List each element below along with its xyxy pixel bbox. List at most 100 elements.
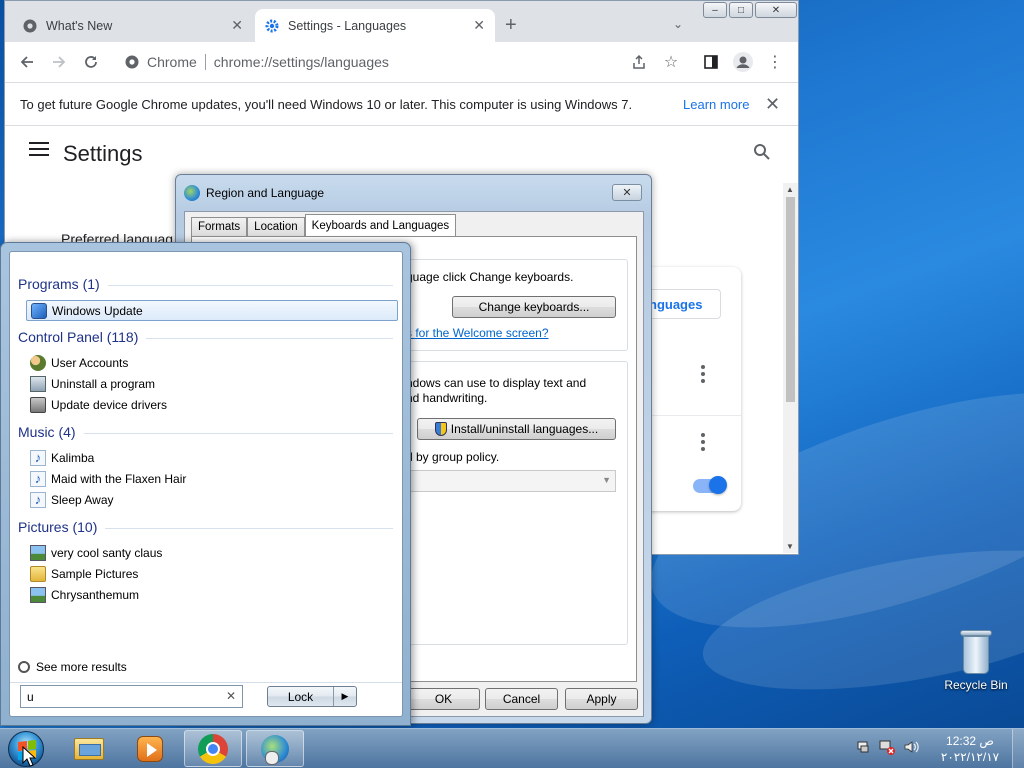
kebab-menu-icon[interactable]: ⋮ — [765, 52, 785, 72]
hamburger-menu-icon[interactable] — [29, 142, 49, 158]
system-tray — [855, 739, 919, 755]
change-keyboards-button[interactable]: Change keyboards... — [452, 296, 616, 318]
lock-button[interactable]: Lock ▶ — [267, 686, 357, 707]
taskbar-region-language[interactable] — [246, 730, 304, 767]
list-item[interactable]: Windows Update — [26, 300, 398, 321]
item-label: Update device drivers — [51, 397, 168, 412]
list-item[interactable]: Uninstall a program — [26, 373, 398, 394]
address-bar[interactable]: Chrome chrome://settings/languages — [115, 47, 660, 77]
reload-icon[interactable] — [81, 52, 101, 72]
chevron-down-icon: ▼ — [602, 475, 611, 485]
close-window-button[interactable]: ✕ — [755, 2, 797, 18]
close-tab-icon[interactable]: ✕ — [231, 17, 243, 34]
results-heading-control-panel[interactable]: Control Panel (118) — [18, 329, 393, 345]
results-heading-music[interactable]: Music (4) — [18, 424, 393, 440]
show-desktop-button[interactable] — [1012, 729, 1024, 768]
tab-strip: What's New ✕ Settings - Languages ✕ + ⌄ … — [5, 1, 798, 42]
install-uninstall-languages-button[interactable]: Install/uninstall languages... — [417, 418, 616, 440]
recycle-bin[interactable]: Recycle Bin — [940, 630, 1012, 692]
tab-formats[interactable]: Formats — [191, 217, 248, 236]
apply-button[interactable]: Apply — [565, 688, 638, 710]
mouse-cursor-icon — [22, 746, 36, 767]
dialog-tabs: Formats Location Keyboards and Languages — [191, 214, 457, 236]
item-label: Maid with the Flaxen Hair — [51, 471, 187, 486]
chevron-right-icon[interactable]: ▶ — [334, 691, 356, 702]
list-item[interactable]: ♪ Maid with the Flaxen Hair — [26, 468, 398, 489]
tab-whats-new[interactable]: What's New ✕ — [13, 9, 253, 42]
item-label: Chrysanthemum — [51, 587, 140, 602]
start-search-box[interactable]: ✕ — [20, 685, 243, 708]
url-text: chrome://settings/languages — [213, 54, 389, 70]
group-heading: Control Panel (118) — [18, 329, 139, 345]
list-item[interactable]: Chrysanthemum — [26, 584, 398, 605]
cancel-button[interactable]: Cancel — [485, 688, 558, 710]
display-language-dropdown[interactable]: ▼ — [406, 470, 616, 492]
divider — [10, 682, 402, 683]
star-bookmark-icon[interactable]: ☆ — [661, 52, 681, 72]
list-item[interactable]: very cool santy claus — [26, 542, 398, 563]
results-heading-pictures[interactable]: Pictures (10) — [18, 519, 393, 535]
update-infobar: To get future Google Chrome updates, you… — [5, 82, 798, 126]
list-item[interactable]: ♪ Kalimba — [26, 447, 398, 468]
language-toggle[interactable] — [693, 476, 727, 494]
scroll-up-icon[interactable]: ▲ — [786, 185, 794, 194]
action-center-flag-icon[interactable] — [855, 739, 871, 755]
ok-button[interactable]: OK — [407, 688, 480, 710]
taskbar-media-player[interactable] — [121, 730, 179, 767]
learn-more-link[interactable]: Learn more — [683, 97, 749, 112]
close-tab-icon[interactable]: ✕ — [473, 17, 485, 34]
browser-toolbar: Chrome chrome://settings/languages ☆ ⋮ — [5, 42, 798, 82]
share-icon[interactable] — [629, 52, 649, 72]
network-disconnected-icon[interactable] — [879, 739, 895, 755]
item-label: Sleep Away — [51, 492, 114, 507]
volume-icon[interactable] — [903, 739, 919, 755]
profile-avatar-icon[interactable] — [733, 52, 753, 72]
list-item[interactable]: User Accounts — [26, 352, 398, 373]
taskbar-clock[interactable]: 12:32 ص ٢٠٢٢/١٢/١٧ — [935, 733, 1005, 765]
scroll-thumb[interactable] — [786, 197, 795, 402]
infobar-message: To get future Google Chrome updates, you… — [20, 96, 633, 112]
settings-scrollbar[interactable]: ▲ ▼ — [783, 183, 798, 553]
site-label: Chrome — [147, 54, 197, 70]
forward-arrow-icon[interactable] — [49, 52, 69, 72]
more-actions-icon[interactable] — [701, 365, 705, 386]
item-label: Windows Update — [52, 303, 143, 318]
tab-keyboards-languages[interactable]: Keyboards and Languages — [304, 214, 457, 236]
clock-date: ٢٠٢٢/١٢/١٧ — [940, 750, 1000, 764]
tab-settings-languages[interactable]: Settings - Languages ✕ — [255, 9, 495, 42]
search-icon[interactable] — [753, 143, 771, 164]
new-tab-button[interactable]: + — [505, 15, 517, 35]
lock-label[interactable]: Lock — [268, 687, 334, 706]
results-heading-programs[interactable]: Programs (1) — [18, 276, 393, 292]
start-search-input[interactable] — [27, 689, 217, 704]
close-icon[interactable]: ✕ — [765, 94, 780, 115]
back-arrow-icon[interactable] — [17, 52, 37, 72]
music-file-icon: ♪ — [30, 491, 46, 508]
tab-location[interactable]: Location — [247, 217, 305, 236]
list-item[interactable]: Sample Pictures — [26, 563, 398, 584]
picture-file-icon — [30, 544, 46, 561]
more-actions-icon[interactable] — [701, 433, 705, 454]
windows-update-icon — [31, 302, 47, 319]
dialog-close-button[interactable]: ✕ — [612, 184, 642, 201]
item-label: Uninstall a program — [51, 376, 156, 391]
music-file-icon: ♪ — [30, 470, 46, 487]
taskbar-chrome[interactable] — [184, 730, 242, 767]
chrome-icon — [23, 19, 37, 33]
start-menu: Programs (1) Windows Update Control Pane… — [0, 242, 411, 726]
list-item[interactable]: ♪ Sleep Away — [26, 489, 398, 510]
list-item[interactable]: Update device drivers — [26, 394, 398, 415]
scroll-down-icon[interactable]: ▼ — [786, 542, 794, 551]
see-more-results-link[interactable]: See more results — [18, 660, 127, 674]
file-explorer-icon — [74, 737, 104, 760]
recycle-bin-icon — [958, 630, 994, 674]
device-driver-icon — [30, 396, 46, 413]
minimize-button[interactable]: – — [703, 2, 727, 18]
programs-icon — [30, 375, 46, 392]
side-panel-icon[interactable] — [701, 52, 721, 72]
maximize-button[interactable]: □ — [729, 2, 753, 18]
clear-search-icon[interactable]: ✕ — [226, 689, 236, 703]
chevron-down-icon[interactable]: ⌄ — [673, 17, 683, 31]
welcome-screen-link[interactable]: s for the Welcome screen? — [406, 326, 549, 340]
taskbar-explorer[interactable] — [60, 730, 118, 767]
